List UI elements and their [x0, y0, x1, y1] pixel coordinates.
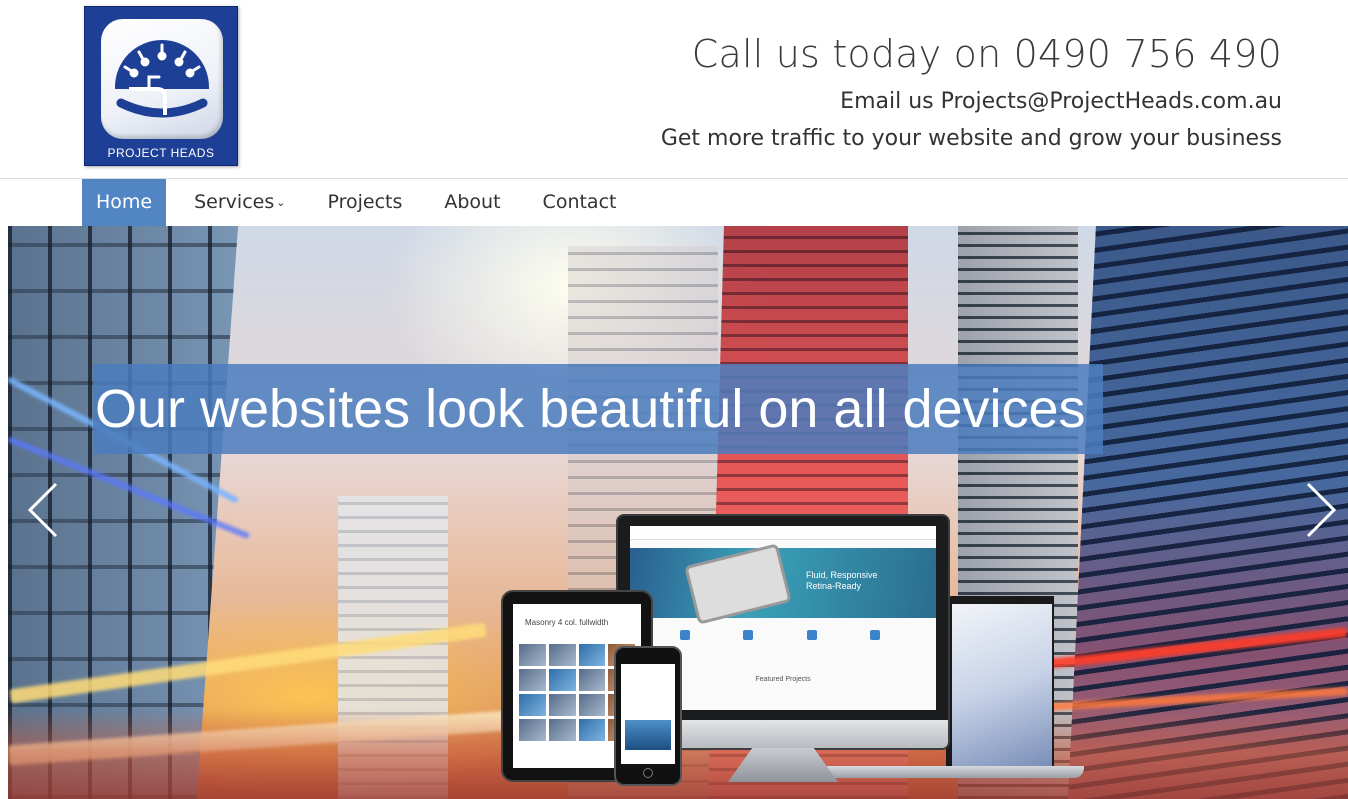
- nav-item-label: Home: [96, 191, 153, 213]
- chevron-right-icon: [1306, 482, 1337, 538]
- slider-prev-button[interactable]: [26, 480, 60, 540]
- laptop-screen: [952, 604, 1052, 766]
- tagline: Get more traffic to your website and gro…: [660, 126, 1282, 151]
- mock-feature-icons: [680, 630, 880, 640]
- laptop-base: [818, 766, 1084, 778]
- nav-item-projects[interactable]: Projects: [313, 179, 416, 226]
- nav-item-label: About: [444, 191, 501, 213]
- slider-next-button[interactable]: [1304, 480, 1338, 540]
- nav-item-label: Contact: [542, 191, 617, 213]
- mock-tablet-title: Masonry 4 col. fullwidth: [525, 618, 609, 627]
- nav-item-label: Services: [194, 191, 275, 213]
- logo-text: PROJECT HEADS: [107, 146, 215, 160]
- speedometer-icon: [115, 40, 209, 118]
- nav-item-label: Projects: [327, 191, 403, 213]
- mock-headline: Fluid, Responsive Retina-Ready: [806, 570, 878, 592]
- chevron-down-icon: ⌄: [276, 196, 286, 209]
- mock-browser-bar: [630, 526, 936, 540]
- hero-slider: Our websites look beautiful on all devic…: [8, 226, 1348, 799]
- phone-mockup: [614, 646, 682, 786]
- phone-home-button: [643, 768, 653, 778]
- logo-emblem: [101, 19, 223, 139]
- nav-item-home[interactable]: Home: [82, 179, 167, 226]
- nav-item-services[interactable]: Services ⌄: [180, 179, 299, 226]
- project-heads-logo[interactable]: PROJECT HEADS: [84, 6, 238, 166]
- slide-caption: Our websites look beautiful on all devic…: [93, 364, 1103, 454]
- phone-line[interactable]: Call us today on 0490 756 490: [661, 28, 1282, 80]
- main-navbar: Home Services ⌄ Projects About Contact: [0, 178, 1348, 226]
- email-line[interactable]: Email us Projects@ProjectHeads.com.au: [661, 82, 1282, 122]
- nav-item-about[interactable]: About: [430, 179, 514, 226]
- phone-screen: [621, 664, 675, 764]
- mock-headline-line: Retina-Ready: [806, 581, 862, 591]
- site-header: PROJECT HEADS Call us today on 0490 756 …: [0, 0, 1348, 178]
- laptop-mockup: [946, 596, 1054, 768]
- chevron-left-icon: [27, 482, 58, 538]
- nav-item-contact[interactable]: Contact: [529, 179, 631, 226]
- header-contact: Call us today on 0490 756 490 Email us P…: [661, 28, 1282, 156]
- mock-headline-line: Fluid, Responsive: [806, 570, 878, 580]
- main-nav: Home Services ⌄ Projects About Contact: [82, 179, 644, 226]
